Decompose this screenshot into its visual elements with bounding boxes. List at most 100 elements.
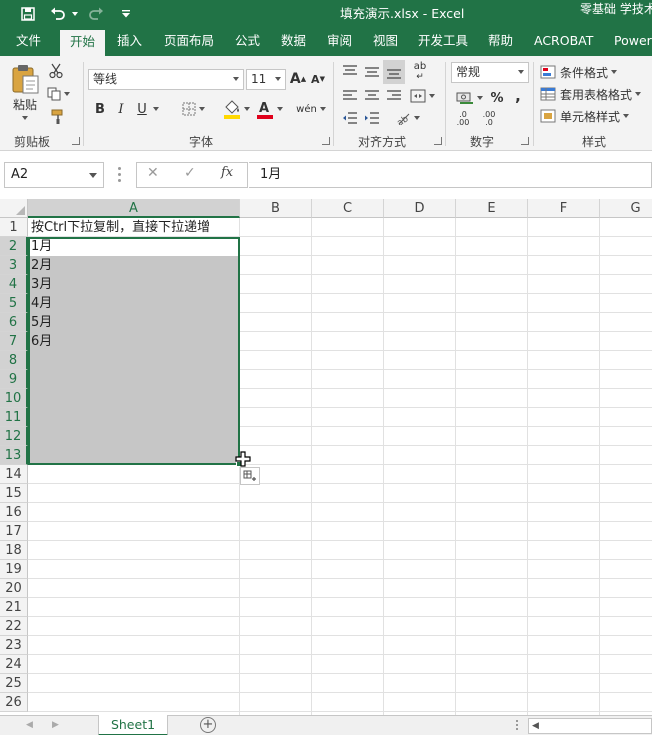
cancel-icon[interactable]: ✕ bbox=[147, 165, 159, 181]
grow-font-icon[interactable]: A ▲ bbox=[290, 69, 306, 89]
column-header-d[interactable]: D bbox=[384, 199, 456, 218]
comma-style-icon[interactable]: , bbox=[510, 86, 526, 106]
row-header-15[interactable]: 15 bbox=[0, 484, 28, 503]
orientation-icon[interactable]: ab bbox=[392, 108, 422, 128]
row-header-13[interactable]: 13 bbox=[0, 446, 28, 465]
tab-acrobat[interactable]: ACROBAT bbox=[534, 28, 593, 56]
accounting-format-icon[interactable] bbox=[453, 88, 485, 108]
worksheet-grid[interactable]: ABCDEFG 1 2 3 4 5 6 7 8 9 10 11 12 13 14 15 16 17 18 19 20 2… bbox=[0, 199, 652, 715]
row-header-18[interactable]: 18 bbox=[0, 541, 28, 560]
cell-a6[interactable]: 5月 bbox=[29, 313, 239, 332]
row-header-9[interactable]: 9 bbox=[0, 370, 28, 389]
select-all-corner[interactable] bbox=[0, 199, 28, 218]
percent-style-icon[interactable]: % bbox=[488, 88, 506, 108]
tab-file[interactable]: 文件 bbox=[16, 28, 41, 56]
column-header-a[interactable]: A bbox=[28, 199, 240, 218]
fill-color-icon[interactable] bbox=[220, 97, 252, 121]
enter-icon[interactable]: ✓ bbox=[184, 165, 196, 181]
tab-data[interactable]: 数据 bbox=[281, 28, 306, 56]
row-header-19[interactable]: 19 bbox=[0, 560, 28, 579]
align-left-icon[interactable] bbox=[340, 86, 360, 106]
underline-dropdown-icon[interactable] bbox=[151, 99, 161, 119]
name-box[interactable]: A2 bbox=[4, 162, 104, 188]
decrease-indent-icon[interactable] bbox=[340, 108, 360, 128]
row-header-24[interactable]: 24 bbox=[0, 655, 28, 674]
horizontal-scrollbar[interactable]: ◀ bbox=[528, 718, 652, 734]
increase-indent-icon[interactable] bbox=[362, 108, 382, 128]
column-header-c[interactable]: C bbox=[312, 199, 384, 218]
row-header-26[interactable]: 26 bbox=[0, 693, 28, 712]
column-header-g[interactable]: G bbox=[600, 199, 652, 218]
align-top-icon[interactable] bbox=[340, 62, 360, 82]
save-icon[interactable] bbox=[18, 4, 38, 24]
row-header-14[interactable]: 14 bbox=[0, 465, 28, 484]
paste-button[interactable]: 粘贴 bbox=[8, 96, 42, 112]
row-header-7[interactable]: 7 bbox=[0, 332, 28, 351]
format-painter-icon[interactable] bbox=[46, 108, 70, 126]
tab-splitter-icon[interactable] bbox=[516, 720, 519, 732]
row-header-21[interactable]: 21 bbox=[0, 598, 28, 617]
cell-a4[interactable]: 3月 bbox=[29, 275, 239, 294]
align-middle-icon[interactable] bbox=[362, 62, 382, 82]
user-name[interactable]: 零基础 学技术 bbox=[580, 0, 652, 17]
tab-view[interactable]: 视图 bbox=[373, 28, 398, 56]
merge-center-icon[interactable] bbox=[407, 86, 437, 106]
sheet-tab-sheet1[interactable]: Sheet1 bbox=[98, 715, 168, 735]
tab-help[interactable]: 帮助 bbox=[488, 28, 513, 56]
row-header-5[interactable]: 5 bbox=[0, 294, 28, 313]
column-header-b[interactable]: B bbox=[240, 199, 312, 218]
font-size-combo[interactable]: 11 bbox=[246, 69, 286, 90]
undo-icon[interactable] bbox=[48, 4, 68, 24]
new-sheet-button[interactable]: + bbox=[200, 717, 216, 733]
number-format-combo[interactable]: 常规 bbox=[451, 62, 529, 83]
row-header-16[interactable]: 16 bbox=[0, 503, 28, 522]
tab-page-layout[interactable]: 页面布局 bbox=[164, 28, 214, 56]
paste-icon[interactable] bbox=[8, 62, 42, 96]
scroll-sheets-right-icon[interactable]: ▶ bbox=[52, 720, 59, 730]
customize-quick-access-icon[interactable] bbox=[120, 4, 132, 24]
alignment-launcher-icon[interactable] bbox=[434, 137, 442, 145]
cell-a5[interactable]: 4月 bbox=[29, 294, 239, 313]
insert-function-icon[interactable]: fx bbox=[221, 165, 233, 180]
row-header-4[interactable]: 4 bbox=[0, 275, 28, 294]
row-header-12[interactable]: 12 bbox=[0, 427, 28, 446]
cell-a2[interactable]: 1月 bbox=[29, 237, 239, 256]
increase-decimal-icon[interactable]: .0 .00 bbox=[452, 108, 474, 130]
formula-bar-grip-icon[interactable] bbox=[118, 167, 122, 183]
underline-button[interactable]: U bbox=[134, 99, 150, 119]
align-bottom-icon[interactable] bbox=[383, 60, 405, 84]
scroll-left-icon[interactable]: ◀ bbox=[532, 721, 539, 731]
borders-icon[interactable] bbox=[178, 99, 208, 119]
undo-dropdown-icon[interactable] bbox=[70, 4, 80, 24]
tab-power[interactable]: Power bbox=[614, 28, 652, 56]
row-header-6[interactable]: 6 bbox=[0, 313, 28, 332]
paste-dropdown-icon[interactable] bbox=[20, 114, 30, 122]
tab-home[interactable]: 开始 bbox=[60, 28, 106, 56]
row-header-25[interactable]: 25 bbox=[0, 674, 28, 693]
align-center-icon[interactable] bbox=[362, 86, 382, 106]
row-header-10[interactable]: 10 bbox=[0, 389, 28, 408]
number-launcher-icon[interactable] bbox=[521, 137, 529, 145]
conditional-formatting-button[interactable]: 条件格式 bbox=[540, 62, 652, 82]
shrink-font-icon[interactable]: A ▼ bbox=[310, 69, 326, 89]
cell-styles-button[interactable]: 单元格样式 bbox=[540, 106, 652, 126]
row-header-2[interactable]: 2 bbox=[0, 237, 28, 256]
decrease-decimal-icon[interactable]: .00 .0 bbox=[478, 108, 500, 130]
redo-icon[interactable] bbox=[86, 4, 106, 24]
copy-icon[interactable] bbox=[46, 85, 70, 103]
cut-icon[interactable] bbox=[46, 62, 66, 80]
formula-input[interactable]: 1月 bbox=[249, 162, 652, 188]
row-header-22[interactable]: 22 bbox=[0, 617, 28, 636]
row-header-11[interactable]: 11 bbox=[0, 408, 28, 427]
column-header-f[interactable]: F bbox=[528, 199, 600, 218]
scroll-sheets-left-icon[interactable]: ◀ bbox=[26, 720, 33, 730]
format-as-table-button[interactable]: 套用表格格式 bbox=[540, 84, 652, 104]
cell-a7[interactable]: 6月 bbox=[29, 332, 239, 351]
tab-formulas[interactable]: 公式 bbox=[235, 28, 260, 56]
tab-developer[interactable]: 开发工具 bbox=[418, 28, 468, 56]
cell-a1[interactable]: 按Ctrl下拉复制，直接下拉递增 bbox=[29, 218, 239, 237]
row-header-20[interactable]: 20 bbox=[0, 579, 28, 598]
font-name-combo[interactable]: 等线 bbox=[88, 69, 244, 90]
tab-insert[interactable]: 插入 bbox=[117, 28, 142, 56]
auto-fill-options-icon[interactable] bbox=[240, 467, 260, 485]
